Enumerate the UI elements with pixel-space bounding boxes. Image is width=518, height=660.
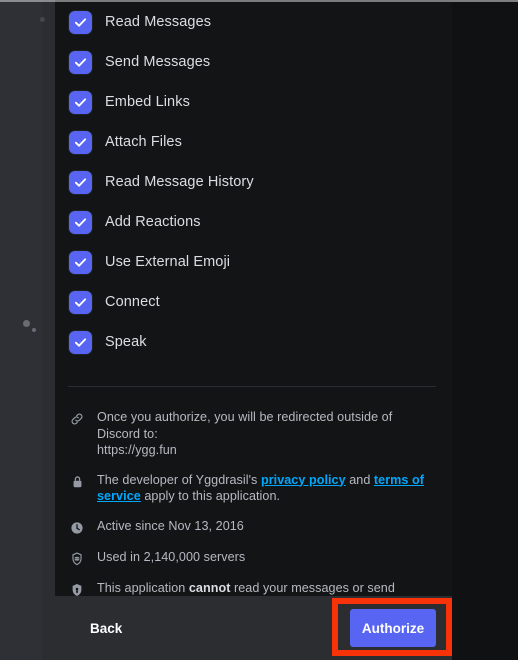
checkbox-checked-icon[interactable]: [69, 10, 92, 34]
permission-row[interactable]: Use External Emoji: [69, 242, 440, 282]
decorative-dot: [40, 17, 45, 22]
checkbox-checked-icon[interactable]: [69, 170, 92, 194]
bot-server-icon: [69, 551, 85, 567]
app-info-list: Once you authorize, you will be redirect…: [55, 387, 452, 596]
checkbox-checked-icon[interactable]: [69, 290, 92, 314]
privacy-policy-link[interactable]: privacy policy: [261, 473, 346, 487]
permission-row[interactable]: Add Reactions: [69, 202, 440, 242]
info-row-redirect: Once you authorize, you will be redirect…: [69, 409, 434, 459]
clock-icon: [69, 520, 85, 536]
checkbox-checked-icon[interactable]: [69, 250, 92, 274]
permission-row[interactable]: Read Message History: [69, 162, 440, 202]
authorize-button[interactable]: Authorize: [350, 609, 436, 647]
info-row-policy: The developer of Yggdrasil's privacy pol…: [69, 472, 434, 505]
authorize-button-wrapper: Authorize: [350, 609, 436, 647]
permission-label: Send Messages: [105, 54, 211, 70]
checkbox-checked-icon[interactable]: [69, 130, 92, 154]
permission-row[interactable]: Connect: [69, 282, 440, 322]
permission-row[interactable]: Attach Files: [69, 122, 440, 162]
info-row-active-since: Active since Nov 13, 2016: [69, 518, 434, 536]
checkbox-checked-icon[interactable]: [69, 90, 92, 114]
permission-label: Speak: [105, 334, 147, 350]
info-text: The developer of Yggdrasil's privacy pol…: [97, 472, 434, 505]
backdrop-right: [452, 0, 518, 660]
permission-label: Use External Emoji: [105, 254, 231, 270]
decorative-dot: [23, 320, 30, 327]
info-text: Active since Nov 13, 2016: [97, 518, 244, 533]
permissions-list: Read Messages Send Messages Embed Links: [55, 2, 452, 362]
shield-icon: [69, 582, 85, 597]
policy-middle: and: [345, 472, 374, 487]
permission-row[interactable]: Read Messages: [69, 2, 440, 42]
permission-label: Read Messages: [105, 14, 212, 30]
permission-row[interactable]: Embed Links: [69, 82, 440, 122]
checkbox-checked-icon[interactable]: [69, 330, 92, 354]
lock-icon: [69, 474, 85, 490]
policy-suffix: apply to this application.: [140, 489, 281, 503]
link-icon: [69, 411, 85, 427]
back-button[interactable]: Back: [86, 615, 126, 642]
checkbox-checked-icon[interactable]: [69, 50, 92, 74]
decorative-dot: [32, 328, 36, 332]
window-top-edge: [0, 0, 518, 2]
policy-prefix: The developer of Yggdrasil's: [97, 472, 261, 487]
checkbox-checked-icon[interactable]: [69, 210, 92, 234]
permission-label: Connect: [105, 294, 160, 310]
permission-row[interactable]: Send Messages: [69, 42, 440, 82]
info-text: Once you authorize, you will be redirect…: [97, 409, 434, 459]
note-prefix: This application: [97, 580, 189, 595]
info-row-server-count: Used in 2,140,000 servers: [69, 549, 434, 567]
screen: Read Messages Send Messages Embed Links: [0, 0, 518, 660]
info-text: Used in 2,140,000 servers: [97, 549, 246, 564]
redirect-url: https://ygg.fun: [97, 443, 177, 457]
redirect-line1: Once you authorize, you will be redirect…: [97, 410, 393, 441]
permission-label: Embed Links: [105, 94, 190, 110]
authorize-dialog: Read Messages Send Messages Embed Links: [55, 2, 452, 660]
permission-label: Read Message History: [105, 174, 254, 190]
info-text: This application cannot read your messag…: [97, 580, 434, 597]
note-emphasis: cannot: [188, 580, 231, 595]
permission-row[interactable]: Speak: [69, 322, 440, 362]
dialog-footer: Back Authorize: [55, 596, 452, 660]
permission-label: Attach Files: [105, 134, 182, 150]
info-row-privacy-note: This application cannot read your messag…: [69, 580, 434, 597]
backdrop-left: [0, 0, 55, 660]
dialog-body: Read Messages Send Messages Embed Links: [55, 2, 452, 596]
permission-label: Add Reactions: [105, 214, 201, 230]
